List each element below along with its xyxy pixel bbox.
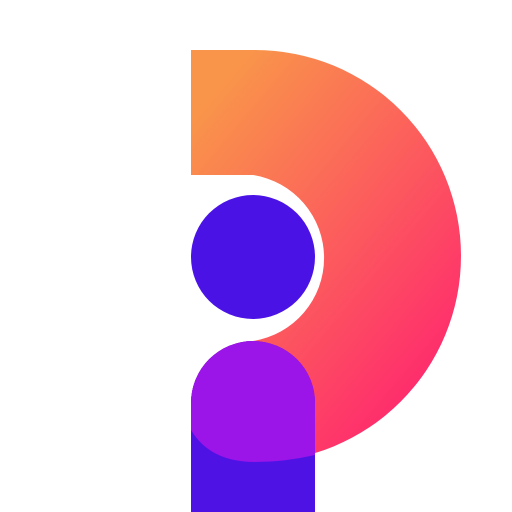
app-icon-canvas xyxy=(0,0,512,512)
letter-p-person-icon xyxy=(191,50,461,512)
logo-overlap-shape xyxy=(191,341,315,462)
logo-head-dot xyxy=(191,195,315,319)
